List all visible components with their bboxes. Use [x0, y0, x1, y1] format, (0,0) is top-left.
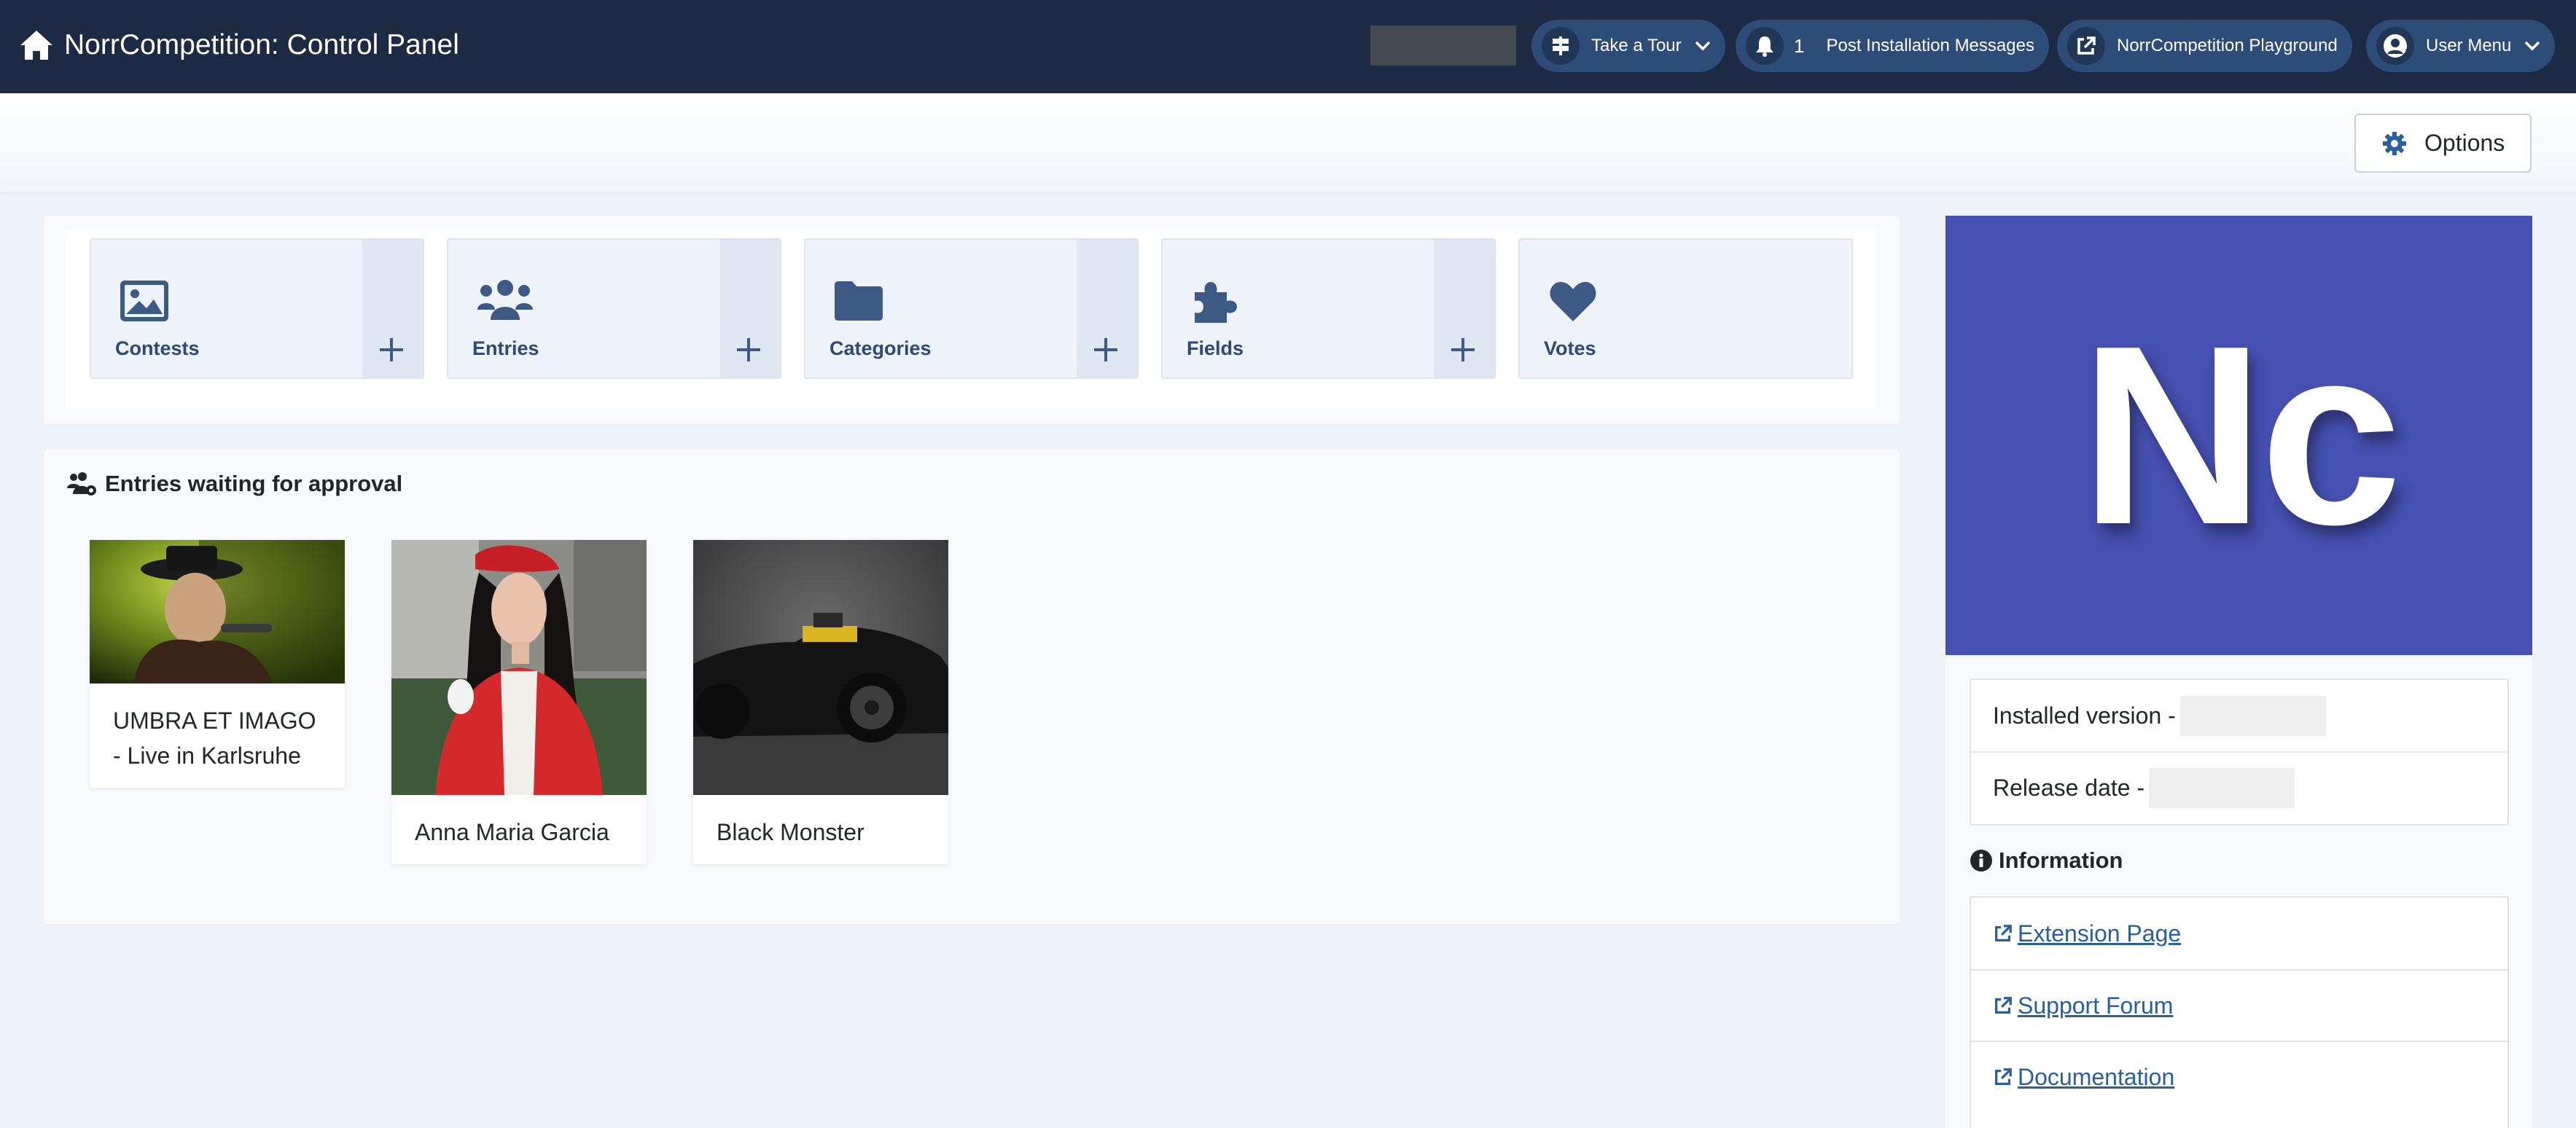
user-menu-label: User Menu	[2426, 36, 2512, 55]
take-tour-label: Take a Tour	[1591, 36, 1682, 55]
redacted-date	[2149, 767, 2295, 808]
toolbar	[0, 93, 2576, 192]
bell-icon	[1746, 27, 1784, 65]
entry-name: UMBRA ET IMAGO - Live in Karlsruhe	[113, 708, 316, 769]
gear-icon	[2383, 131, 2406, 155]
entry-thumbnail	[391, 540, 647, 795]
external-link-icon	[1995, 925, 2012, 941]
entry-card[interactable]: UMBRA ET IMAGO - Live in Karlsruhe	[90, 540, 345, 788]
plus-icon	[737, 338, 760, 361]
support-forum-link[interactable]: Support Forum	[2018, 992, 2173, 1019]
image-icon	[120, 281, 168, 321]
release-date-label: Release date -	[1993, 774, 2145, 801]
users-icon	[477, 280, 533, 320]
chevron-down-icon	[1695, 41, 1710, 51]
external-link-icon	[1995, 1068, 2012, 1085]
user-menu-button[interactable]: User Menu	[2366, 20, 2556, 72]
users-cog-icon	[67, 472, 96, 496]
post-installation-label: Post Installation Messages	[1826, 36, 2034, 55]
home-icon[interactable]	[19, 29, 54, 61]
link-row: Support Forum	[1971, 969, 2507, 1041]
version-box: Installed version - Release date -	[1970, 678, 2509, 826]
information-title: Information	[1999, 847, 2123, 873]
link-row: Documentation	[1971, 1041, 2507, 1112]
extension-page-link[interactable]: Extension Page	[2018, 920, 2181, 947]
entry-card[interactable]: Anna Maria Garcia	[391, 540, 647, 864]
external-link-icon	[2067, 27, 2105, 65]
heart-icon	[1550, 281, 1596, 321]
extension-logo: Nc	[1945, 216, 2532, 655]
notification-count: 1	[1794, 34, 1805, 57]
page-title: NorrCompetition: Control Panel	[64, 29, 459, 60]
add-contest-button[interactable]	[362, 240, 423, 377]
entry-thumbnail	[693, 540, 948, 795]
top-header: NorrCompetition: Control Panel Take a To…	[0, 0, 2576, 93]
information-heading: Information	[1970, 847, 2123, 874]
puzzle-icon	[1195, 282, 1237, 323]
playground-link[interactable]: NorrCompetition Playground	[2057, 20, 2352, 72]
plus-icon	[1094, 338, 1117, 361]
entry-card[interactable]: Black Monster	[693, 540, 948, 864]
approval-heading: Entries waiting for approval	[67, 471, 402, 497]
release-date-row: Release date -	[1971, 751, 2507, 823]
options-label: Options	[2424, 130, 2505, 156]
playground-label: NorrCompetition Playground	[2117, 36, 2338, 55]
external-link-icon	[1995, 997, 2012, 1014]
quick-icon-entries[interactable]: Entries	[447, 238, 781, 379]
options-button[interactable]: Options	[2354, 114, 2532, 173]
installed-version-row: Installed version -	[1971, 680, 2507, 751]
quick-icon-label: Votes	[1544, 337, 1596, 359]
quick-icon-fields[interactable]: Fields	[1161, 238, 1496, 379]
quick-icon-label: Contests	[115, 337, 200, 359]
chevron-down-icon	[2525, 41, 2540, 51]
quick-icon-votes[interactable]: Votes	[1518, 238, 1853, 379]
information-links: Extension Page Support Forum Documentati…	[1970, 896, 2509, 1128]
logo-text: Nc	[2080, 292, 2402, 578]
quick-icon-label: Categories	[830, 337, 932, 359]
entry-name: Black Monster	[717, 819, 864, 845]
user-circle-icon	[2376, 27, 2414, 65]
plus-icon	[380, 338, 403, 361]
approval-title: Entries waiting for approval	[105, 471, 403, 496]
redacted-version	[2179, 695, 2326, 736]
documentation-link[interactable]: Documentation	[2018, 1064, 2174, 1091]
add-entry-button[interactable]	[719, 240, 780, 377]
add-field-button[interactable]	[1434, 240, 1494, 377]
entry-name: Anna Maria Garcia	[415, 819, 609, 845]
quick-icon-label: Fields	[1187, 337, 1244, 359]
link-row: Extension Page	[1971, 898, 2507, 969]
add-category-button[interactable]	[1077, 240, 1137, 377]
post-installation-messages-button[interactable]: 1 Post Installation Messages	[1736, 20, 2049, 72]
take-tour-button[interactable]: Take a Tour	[1531, 20, 1725, 72]
folder-icon	[835, 281, 883, 321]
redacted-block	[1370, 26, 1516, 66]
signpost-icon	[1542, 27, 1580, 65]
quick-icon-categories[interactable]: Categories	[804, 238, 1139, 379]
quick-icon-label: Entries	[472, 337, 539, 359]
info-circle-icon	[1970, 850, 1992, 872]
plus-icon	[1451, 338, 1475, 361]
entry-thumbnail	[90, 540, 345, 684]
quick-icon-contests[interactable]: Contests	[90, 238, 424, 379]
installed-version-label: Installed version -	[1993, 702, 2176, 729]
